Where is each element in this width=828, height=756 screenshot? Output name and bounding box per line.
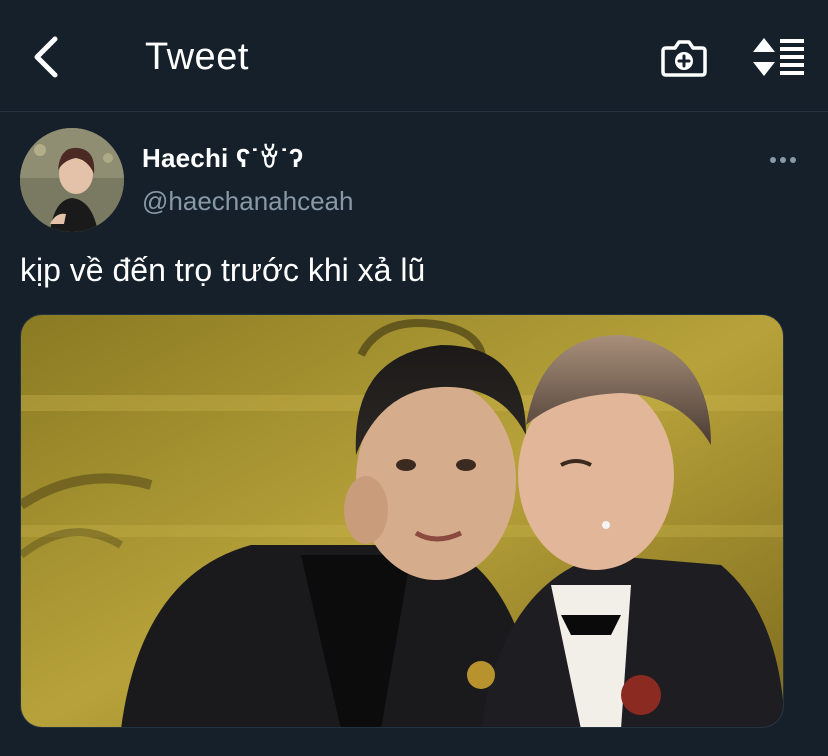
camera-add-button[interactable] [660, 36, 708, 78]
top-bar: Tweet [0, 0, 828, 112]
avatar-image [20, 128, 124, 232]
photo-two-men-embracing [21, 315, 783, 727]
more-horizontal-icon [770, 157, 776, 163]
tweet-media-image[interactable] [20, 314, 784, 728]
more-options-button[interactable] [770, 150, 802, 170]
more-dot [790, 157, 796, 163]
more-dot [780, 157, 786, 163]
tweet-text: kịp về đến trọ trước khi xả lũ [20, 252, 426, 288]
camera-add-icon [661, 40, 707, 77]
sort-list-icon [753, 38, 804, 76]
back-button[interactable] [26, 34, 66, 80]
page-title: Tweet [145, 36, 249, 78]
author-name[interactable]: Haechi ʕ˙ꈊ˙ʔ [142, 140, 303, 174]
author-handle[interactable]: @haechanahceah [142, 186, 353, 217]
chevron-left-icon [34, 36, 58, 78]
avatar[interactable] [20, 128, 124, 232]
sort-button[interactable] [752, 36, 808, 78]
